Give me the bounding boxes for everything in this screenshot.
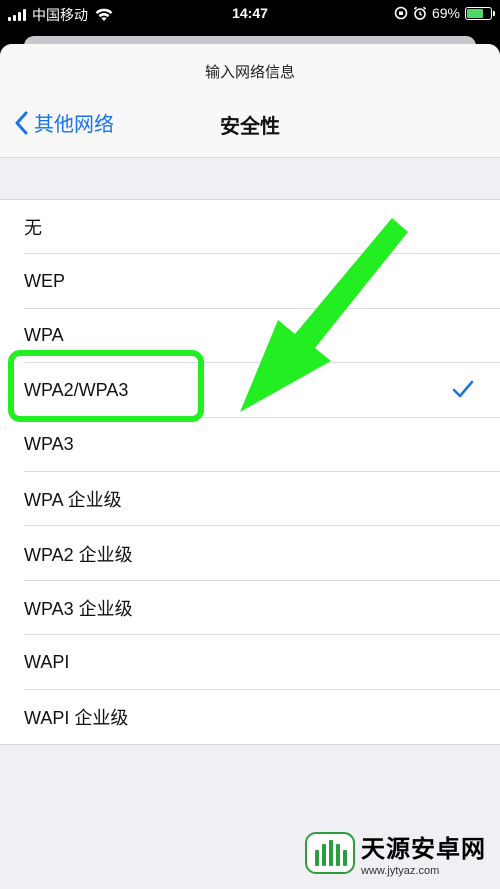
page-title: 安全性 <box>220 116 280 138</box>
sheet-title: 输入网络信息 <box>204 64 295 81</box>
option-label: 无 <box>24 218 42 239</box>
status-right: 69% <box>394 5 495 21</box>
option-label: WEP <box>24 271 66 292</box>
watermark-name: 天源安卓网 <box>361 836 486 863</box>
checkmark-icon <box>452 380 474 398</box>
option-label: WAPI <box>24 651 70 672</box>
orientation-lock-icon <box>394 6 408 20</box>
status-bar: 中国移动 14:47 69% <box>0 0 500 28</box>
security-options-list: 无 WEP WPA WPA2/WPA3 WPA3 WPA 企业级 WPA2 企业… <box>0 199 500 745</box>
alarm-icon <box>413 6 427 20</box>
battery-icon <box>465 6 495 20</box>
annotation-highlight-box <box>8 350 204 422</box>
battery-percent: 69% <box>431 5 460 21</box>
option-wpa3[interactable]: WPA3 <box>0 418 500 473</box>
option-label: WPA2 企业级 <box>24 544 133 565</box>
security-sheet: 输入网络信息 其他网络 安全性 无 WEP WPA WPA2/WPA3 WPA3… <box>0 44 500 889</box>
nav-bar: 输入网络信息 其他网络 安全性 <box>0 44 500 158</box>
option-label: WAPI 企业级 <box>24 707 129 728</box>
option-label: WPA3 企业级 <box>24 598 133 619</box>
option-label: WPA 企业级 <box>24 490 122 511</box>
watermark-text: 天源安卓网 www.jytyaz.com <box>361 829 486 877</box>
battery-fill <box>467 8 483 18</box>
option-wpa3-enterprise[interactable]: WPA3 企业级 <box>0 581 500 636</box>
watermark-logo-icon <box>305 832 355 874</box>
option-wapi[interactable]: WAPI <box>0 635 500 690</box>
watermark-url: www.jytyaz.com <box>361 865 440 877</box>
option-none[interactable]: 无 <box>0 200 500 255</box>
watermark: 天源安卓网 www.jytyaz.com <box>305 829 486 877</box>
option-label: WPA3 <box>24 434 74 455</box>
option-wpa2-enterprise[interactable]: WPA2 企业级 <box>0 526 500 582</box>
option-wep[interactable]: WEP <box>0 254 500 310</box>
option-label: WPA <box>24 325 64 346</box>
option-wpa-enterprise[interactable]: WPA 企业级 <box>0 472 500 527</box>
option-wapi-enterprise[interactable]: WAPI 企业级 <box>0 690 500 744</box>
